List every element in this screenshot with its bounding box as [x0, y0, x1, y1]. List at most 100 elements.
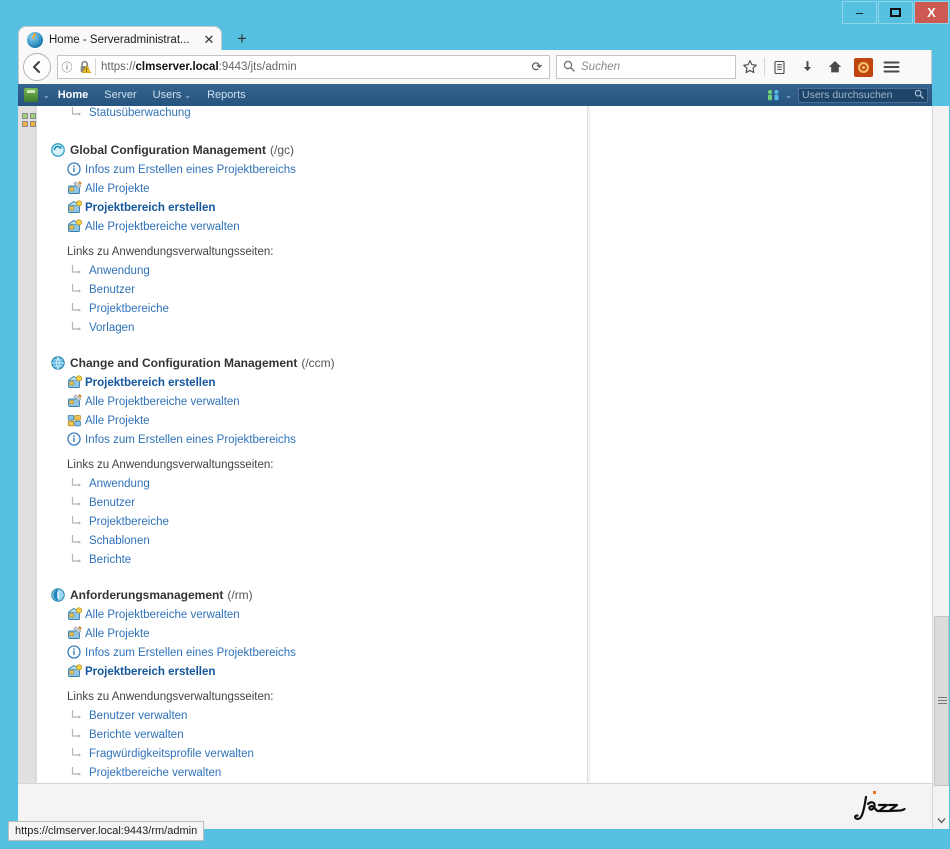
scrollbar-down-arrow[interactable] [934, 813, 949, 828]
page-info-icon[interactable]: ⓘ [58, 59, 76, 75]
link-fragwuerdigkeitsprofile-verwalten-rm[interactable]: Fragwürdigkeitsprofile verwalten [89, 746, 254, 763]
link-alle-projekte-gc[interactable]: Alle Projekte [85, 181, 150, 198]
insecure-lock-warning-icon[interactable] [76, 59, 94, 75]
addon-button[interactable] [849, 53, 877, 81]
list-item[interactable]: Infos zum Erstellen eines Projektbereich… [37, 644, 587, 663]
window-maximize-button[interactable] [878, 1, 913, 24]
link-berichte-ccm[interactable]: Berichte [89, 552, 131, 569]
link-infos-projektbereich-gc[interactable]: Infos zum Erstellen eines Projektbereich… [85, 162, 296, 179]
list-item[interactable]: Anwendung [37, 262, 587, 281]
browser-tab-title: Home - Serveradministrat... [49, 33, 190, 46]
link-benutzer-ccm[interactable]: Benutzer [89, 495, 135, 512]
list-item[interactable]: Projektbereiche [37, 300, 587, 319]
link-statusueberwachung[interactable]: Statusüberwachung [89, 106, 191, 122]
list-item[interactable]: Alle Projektbereiche verwalten [37, 393, 587, 412]
link-infos-projektbereich-rm[interactable]: Infos zum Erstellen eines Projektbereich… [85, 645, 296, 662]
link-benutzer-gc[interactable]: Benutzer [89, 282, 135, 299]
section-title: Anforderungsmanagement [70, 588, 224, 602]
link-alle-projekte-ccm[interactable]: Alle Projekte [85, 413, 150, 430]
list-item[interactable]: Schablonen [37, 532, 587, 551]
project-area-new-icon [67, 200, 82, 215]
tree-elbow-icon [71, 303, 83, 314]
back-button[interactable] [23, 53, 51, 81]
list-item[interactable]: Projektbereich erstellen [37, 199, 587, 218]
bookmark-star-icon[interactable] [736, 53, 764, 81]
list-item[interactable]: Alle Projekte [37, 412, 587, 431]
link-projektbereiche-gc[interactable]: Projektbereiche [89, 301, 169, 318]
window-minimize-button[interactable]: – [842, 1, 877, 24]
list-item[interactable]: Projektbereich erstellen [37, 374, 587, 393]
reload-button[interactable]: ⟳ [525, 59, 549, 75]
page-scrollbar[interactable] [932, 106, 949, 829]
status-bar-link-preview: https://clmserver.local:9443/rm/admin [8, 821, 205, 841]
link-alle-projektbereiche-verwalten-gc[interactable]: Alle Projektbereiche verwalten [85, 219, 240, 236]
link-berichte-verwalten-rm[interactable]: Berichte verwalten [89, 727, 184, 744]
link-alle-projektbereiche-verwalten-rm[interactable]: Alle Projektbereiche verwalten [85, 607, 240, 624]
browser-tab-active[interactable]: Home - Serveradministrat... ✕ [18, 26, 222, 52]
search-icon [563, 60, 575, 75]
jazz-home-icon[interactable] [24, 88, 38, 102]
project-area-new-icon [67, 375, 82, 390]
browser-search-box[interactable]: Suchen [556, 55, 736, 79]
list-item[interactable]: Projektbereiche [37, 513, 587, 532]
list-item[interactable]: Benutzer [37, 494, 587, 513]
link-projektbereiche-ccm[interactable]: Projektbereiche [89, 514, 169, 531]
list-item[interactable]: Fragwürdigkeitsprofile verwalten [37, 745, 587, 764]
new-tab-button[interactable]: + [230, 28, 254, 50]
users-group-icon[interactable] [766, 89, 781, 101]
list-item[interactable]: Alle Projektbereiche verwalten [37, 606, 587, 625]
url-text: https://clmserver.local:9443/jts/admin [101, 61, 525, 73]
app-search-icon[interactable] [914, 89, 924, 102]
nav-item-server[interactable]: Server [104, 89, 136, 101]
app-user-search-box[interactable]: Users durchsuchen [798, 87, 928, 103]
addon-gear-icon [853, 57, 873, 77]
link-benutzer-verwalten-rm[interactable]: Benutzer verwalten [89, 708, 187, 725]
home-icon[interactable] [821, 53, 849, 81]
close-icon: X [927, 5, 936, 20]
list-item[interactable]: Vorlagen [37, 319, 587, 338]
link-vorlagen-gc[interactable]: Vorlagen [89, 320, 134, 337]
scrollbar-thumb[interactable] [934, 616, 949, 786]
window-titlebar: – X [0, 0, 950, 26]
tab-close-icon[interactable]: ✕ [201, 33, 217, 46]
link-projektbereiche-verwalten-rm[interactable]: Projektbereiche verwalten [89, 765, 221, 782]
list-item[interactable]: Infos zum Erstellen eines Projektbereich… [37, 161, 587, 180]
list-item-statusuberwachung[interactable]: Statusüberwachung [37, 106, 587, 123]
section-header: Anforderungsmanagement (/rm) [37, 584, 587, 606]
link-alle-projektbereiche-verwalten-ccm[interactable]: Alle Projektbereiche verwalten [85, 394, 240, 411]
link-schablonen-ccm[interactable]: Schablonen [89, 533, 150, 550]
list-item[interactable]: Infos zum Erstellen eines Projektbereich… [37, 431, 587, 450]
address-bar[interactable]: ⓘ https://clmserver.local:9443/jts/admin… [57, 55, 550, 79]
list-item[interactable]: Projektbereich erstellen [37, 663, 587, 682]
window-close-button[interactable]: X [914, 1, 949, 24]
section-title: Global Configuration Management [70, 143, 267, 157]
list-item[interactable]: Alle Projekte [37, 625, 587, 644]
link-projektbereich-erstellen-ccm[interactable]: Projektbereich erstellen [85, 375, 215, 392]
tree-elbow-icon [71, 729, 83, 740]
list-item[interactable]: Alle Projektbereiche verwalten [37, 218, 587, 237]
link-alle-projekte-rm[interactable]: Alle Projekte [85, 626, 150, 643]
nav-item-users[interactable]: Users ⌄ [153, 89, 191, 101]
library-icon[interactable] [765, 53, 793, 81]
tree-elbow-icon [71, 767, 83, 778]
link-anwendung-gc[interactable]: Anwendung [89, 263, 150, 280]
list-item[interactable]: Benutzer verwalten [37, 707, 587, 726]
section-change-and-configuration-management: Change and Configuration Management (/cc… [37, 352, 587, 570]
nav-item-reports[interactable]: Reports [207, 89, 246, 101]
link-infos-projektbereich-ccm[interactable]: Infos zum Erstellen eines Projektbereich… [85, 432, 296, 449]
list-item[interactable]: Berichte verwalten [37, 726, 587, 745]
hamburger-menu-icon[interactable] [877, 53, 905, 81]
downloads-icon[interactable] [793, 53, 821, 81]
home-dropdown-caret-icon[interactable]: ⌄ [43, 91, 50, 100]
list-item[interactable]: Projektbereiche verwalten [37, 764, 587, 783]
app-switcher-grid-icon[interactable] [22, 113, 36, 127]
users-icon-caret[interactable]: ⌄ [785, 91, 792, 100]
link-projektbereich-erstellen-rm[interactable]: Projektbereich erstellen [85, 664, 215, 681]
link-projektbereich-erstellen-gc[interactable]: Projektbereich erstellen [85, 200, 215, 217]
nav-item-home[interactable]: Home [58, 89, 89, 101]
list-item[interactable]: Benutzer [37, 281, 587, 300]
link-anwendung-ccm[interactable]: Anwendung [89, 476, 150, 493]
list-item[interactable]: Berichte [37, 551, 587, 570]
list-item[interactable]: Anwendung [37, 475, 587, 494]
list-item[interactable]: Alle Projekte [37, 180, 587, 199]
